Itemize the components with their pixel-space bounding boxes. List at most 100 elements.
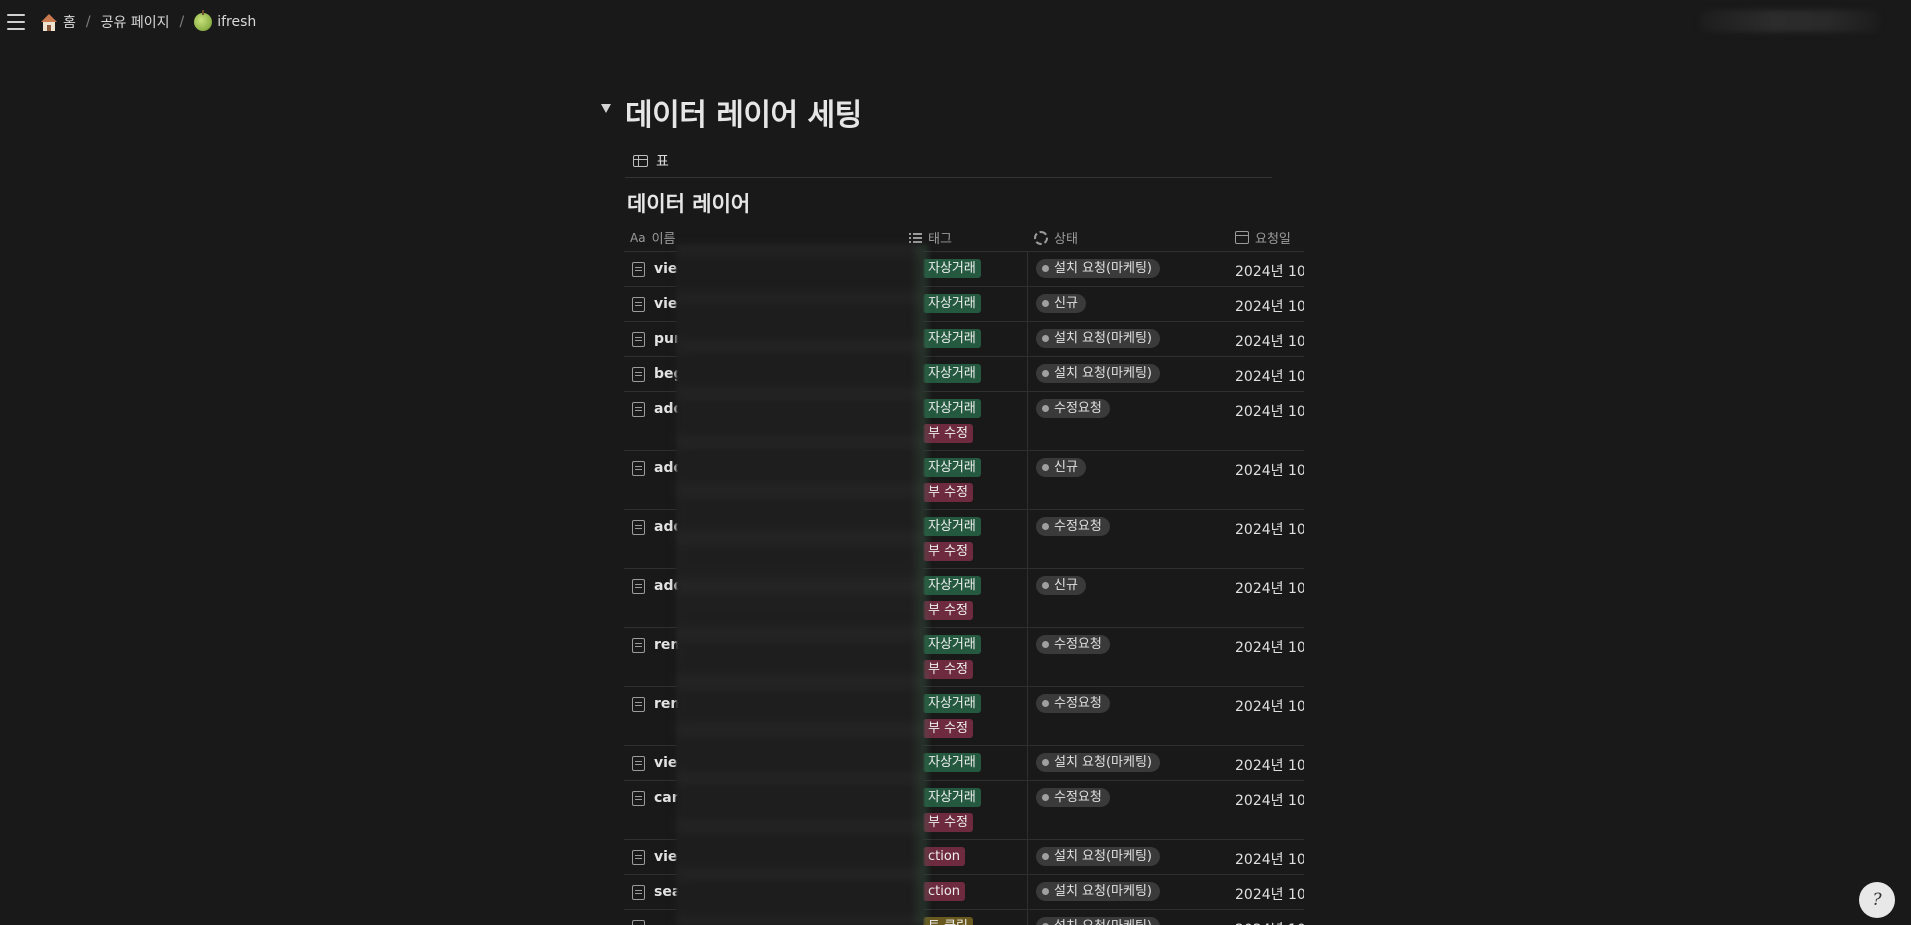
status-badge: 설치 요청(마케팅): [1036, 329, 1160, 348]
breadcrumb-workspace-label: ifresh: [217, 14, 257, 30]
column-header-status-label: 상태: [1054, 232, 1078, 247]
tag-chip: 자상거래: [923, 753, 981, 772]
multi-select-icon: [909, 232, 922, 243]
column-divider: [1027, 628, 1028, 686]
status-badge: 설치 요청(마케팅): [1036, 259, 1160, 278]
page-icon: [632, 697, 645, 712]
status-badge: 설치 요청(마케팅): [1036, 847, 1160, 866]
status-badge: 설치 요청(마케팅): [1036, 364, 1160, 383]
menu-icon[interactable]: [6, 12, 26, 32]
requested-date: 2024년 10월: [1235, 581, 1304, 597]
page-icon: [632, 850, 645, 865]
status-badge: 수정요청: [1036, 788, 1110, 807]
tab-table-view-label: 표: [656, 154, 669, 170]
status-badge: 신규: [1036, 458, 1086, 477]
column-divider: [1027, 252, 1028, 286]
toggle-triangle-icon[interactable]: [601, 104, 611, 113]
status-dot-icon: [1042, 265, 1049, 272]
column-divider: [1027, 840, 1028, 874]
page-icon: [632, 461, 645, 476]
status-property-icon: [1034, 230, 1048, 245]
tag-chip: 자상거래: [923, 399, 981, 418]
column-divider: [1027, 910, 1028, 925]
tag-chip: 부 수정: [923, 483, 974, 502]
status-dot-icon: [1042, 794, 1049, 801]
status-label: 신규: [1054, 460, 1078, 475]
status-dot-icon: [1042, 464, 1049, 471]
status-label: 수정요청: [1054, 401, 1102, 416]
requested-date: 2024년 10월: [1235, 758, 1304, 774]
column-divider: [1027, 746, 1028, 780]
status-dot-icon: [1042, 370, 1049, 377]
status-dot-icon: [1042, 641, 1049, 648]
status-dot-icon: [1042, 700, 1049, 707]
status-dot-icon: [1042, 759, 1049, 766]
page-icon: [632, 262, 645, 277]
tag-chip: 자상거래: [923, 635, 981, 654]
status-label: 설치 요청(마케팅): [1054, 755, 1152, 770]
status-label: 설치 요청(마케팅): [1054, 261, 1152, 276]
requested-date: 2024년 10월: [1235, 640, 1304, 656]
status-dot-icon: [1042, 405, 1049, 412]
text-property-icon: Aa: [630, 230, 646, 245]
breadcrumb: 홈 / 공유 페이지 / ifresh: [40, 10, 257, 32]
breadcrumb-workspace[interactable]: ifresh: [194, 10, 257, 31]
requested-date: 2024년 10월: [1235, 369, 1304, 385]
breadcrumb-shared[interactable]: 공유 페이지: [101, 12, 170, 32]
redacted-top-right: [1700, 10, 1880, 32]
page-icon: [632, 332, 645, 347]
status-label: 수정요청: [1054, 519, 1102, 534]
breadcrumb-home[interactable]: 홈: [40, 12, 76, 32]
requested-date: 2024년 10월: [1235, 522, 1304, 538]
status-label: 설치 요청(마케팅): [1054, 849, 1152, 864]
tag-chip: 트 클릭: [923, 917, 974, 925]
status-badge: 수정요청: [1036, 517, 1110, 536]
status-label: 수정요청: [1054, 696, 1102, 711]
status-label: 신규: [1054, 296, 1078, 311]
page-icon: [632, 920, 645, 925]
page-icon: [632, 297, 645, 312]
column-divider: [1027, 392, 1028, 450]
help-button[interactable]: ?: [1859, 882, 1895, 918]
apple-icon: [194, 10, 213, 31]
status-dot-icon: [1042, 523, 1049, 530]
column-header-requested[interactable]: 요청일: [1235, 228, 1291, 247]
tag-chip: 부 수정: [923, 660, 974, 679]
requested-date: 2024년 10월: [1235, 852, 1304, 868]
tab-table-view[interactable]: 표: [625, 151, 669, 171]
requested-date: 2024년 10월: [1235, 264, 1304, 280]
tag-chip: ction: [923, 882, 966, 901]
tag-chip: ction: [923, 847, 966, 866]
requested-date: 2024년 10월: [1235, 919, 1304, 925]
column-header-status[interactable]: 상태: [1034, 228, 1078, 247]
tag-chip: 부 수정: [923, 719, 974, 738]
status-label: 설치 요청(마케팅): [1054, 918, 1152, 925]
view-tabs: 표: [625, 145, 1272, 178]
status-badge: 수정요청: [1036, 635, 1110, 654]
column-divider: [1027, 322, 1028, 356]
status-label: 신규: [1054, 578, 1078, 593]
status-label: 설치 요청(마케팅): [1054, 331, 1152, 346]
breadcrumb-separator: /: [85, 14, 91, 30]
status-dot-icon: [1042, 853, 1049, 860]
database-title: 데이터 레이어: [627, 192, 751, 216]
status-badge: 수정요청: [1036, 694, 1110, 713]
breadcrumb-home-label: 홈: [63, 15, 76, 31]
tag-chip: 부 수정: [923, 542, 974, 561]
tag-chip: 자상거래: [923, 329, 981, 348]
column-divider: [1027, 510, 1028, 568]
column-divider: [1027, 287, 1028, 321]
status-badge: 신규: [1036, 576, 1086, 595]
tag-chip: 부 수정: [923, 424, 974, 443]
tag-chip: 자상거래: [923, 458, 981, 477]
requested-date: 2024년 10월: [1235, 299, 1304, 315]
page-icon: [632, 638, 645, 653]
requested-date: 2024년 10월: [1235, 463, 1304, 479]
tag-chip: 자상거래: [923, 294, 981, 313]
top-bar: 홈 / 공유 페이지 / ifresh: [0, 0, 1911, 45]
redacted-edge: [910, 245, 928, 925]
status-badge: 설치 요청(마케팅): [1036, 753, 1160, 772]
page-icon: [632, 367, 645, 382]
column-divider: [1027, 687, 1028, 745]
column-header-name[interactable]: Aa 이름: [630, 228, 675, 248]
